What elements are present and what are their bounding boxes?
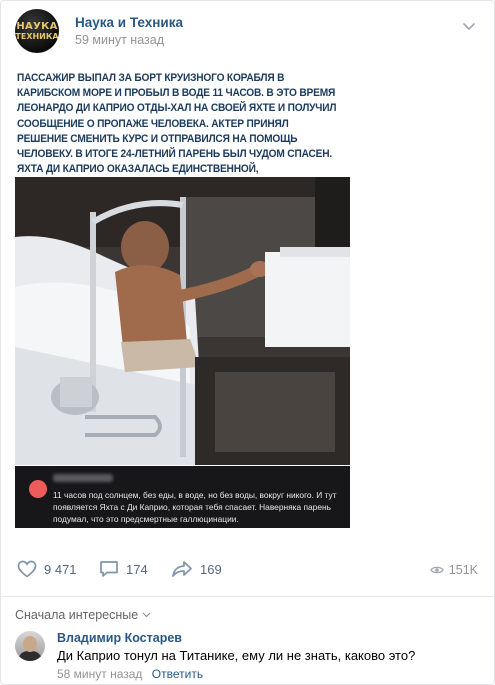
comment-icon xyxy=(100,561,118,577)
post-header: НАУКА ТЕХНИКА Наука и Техника 59 минут н… xyxy=(15,9,480,55)
group-avatar[interactable]: НАУКА ТЕХНИКА xyxy=(15,9,59,53)
share-count: 169 xyxy=(200,561,222,577)
heart-icon xyxy=(17,560,37,578)
embedded-comment-avatar xyxy=(29,480,47,498)
embedded-comment-text: 11 часов под солнцем, без еды, в воде, н… xyxy=(53,490,337,524)
share-button[interactable]: 169 xyxy=(171,560,222,578)
yacht-photo-illustration xyxy=(15,177,350,465)
image-caption: ПАССАЖИР ВЫПАЛ ЗА БОРТ КРУИЗНОГО КОРАБЛЯ… xyxy=(17,72,337,190)
post-image[interactable]: ПАССАЖИР ВЫПАЛ ЗА БОРТ КРУИЗНОГО КОРАБЛЯ… xyxy=(15,65,350,528)
comment-time[interactable]: 58 минут назад xyxy=(57,667,142,681)
like-button[interactable]: 9 471 xyxy=(17,560,77,578)
chevron-down-icon[interactable] xyxy=(462,19,476,33)
post-actions: 9 471 174 169 151K xyxy=(15,556,480,586)
comment-meta: 58 минут назад Ответить xyxy=(57,667,203,681)
eye-icon xyxy=(430,566,444,574)
actions-divider xyxy=(1,596,494,597)
post-time[interactable]: 59 минут назад xyxy=(75,33,164,47)
avatar-body xyxy=(18,651,42,661)
embedded-comment-blurred-name xyxy=(53,474,113,482)
post-card: НАУКА ТЕХНИКА Наука и Техника 59 минут н… xyxy=(0,0,495,685)
comment-author-name[interactable]: Владимир Костарев xyxy=(57,631,182,645)
share-icon xyxy=(172,561,192,577)
comment-text: Ди Каприо тонул на Титанике, ему ли не з… xyxy=(57,648,416,663)
avatar-text-line-1: НАУКА xyxy=(16,20,58,32)
group-name-link[interactable]: Наука и Техника xyxy=(75,15,183,30)
views-count: 151K xyxy=(448,563,478,577)
avatar-face xyxy=(23,636,37,652)
comment-author-avatar[interactable] xyxy=(15,631,45,661)
comment-sort-dropdown[interactable]: Сначала интересные xyxy=(15,608,151,622)
like-count: 9 471 xyxy=(44,561,77,577)
embedded-comment: 11 часов под солнцем, без еды, в воде, н… xyxy=(15,466,350,528)
reply-button[interactable]: Ответить xyxy=(152,667,203,681)
comment-button[interactable]: 174 xyxy=(99,560,148,578)
chevron-down-icon xyxy=(142,612,151,618)
views-counter: 151K xyxy=(430,563,478,577)
yacht-photo xyxy=(15,177,350,465)
comment-sort-label: Сначала интересные xyxy=(15,608,139,622)
comment-count: 174 xyxy=(126,561,148,577)
avatar-text-line-2: ТЕХНИКА xyxy=(15,31,59,41)
